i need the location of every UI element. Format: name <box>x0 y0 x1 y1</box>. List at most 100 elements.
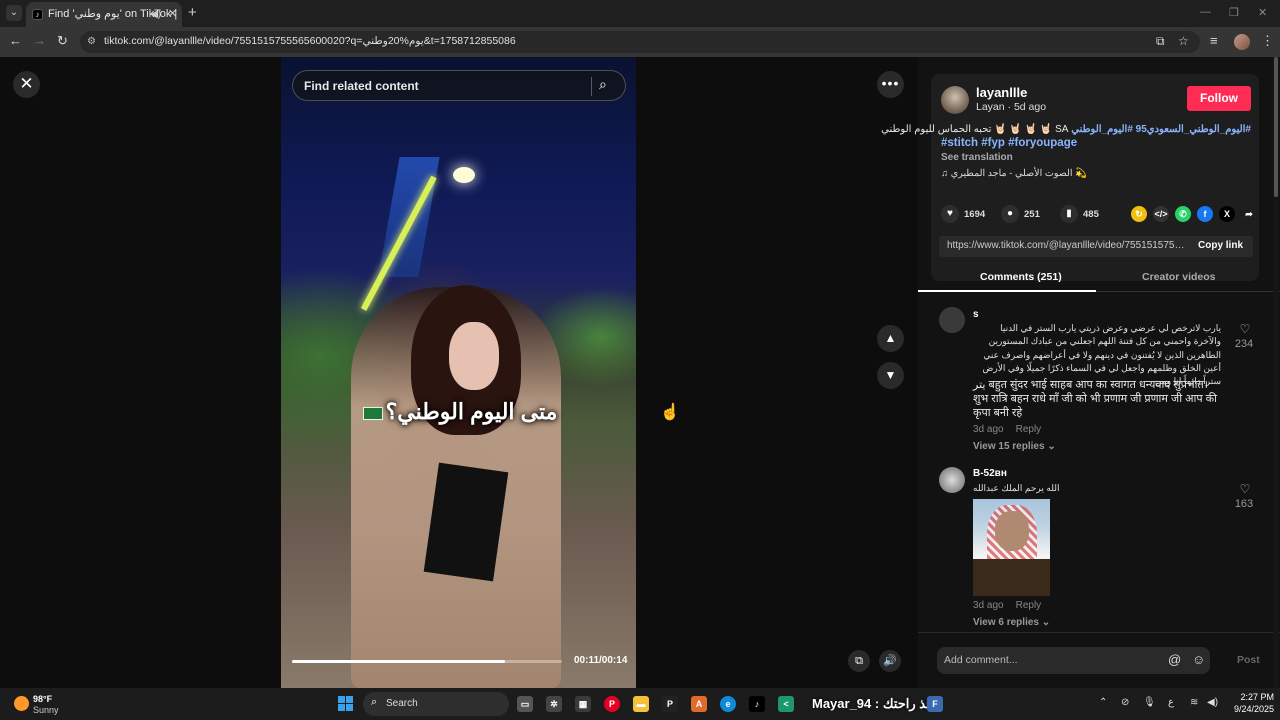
maximize-icon[interactable]: ❐ <box>1229 6 1239 19</box>
network-muted-icon[interactable]: ⊘ <box>1121 697 1129 708</box>
tiktok-icon[interactable]: ♪ <box>749 696 765 712</box>
weather-temperature[interactable]: 98°F <box>33 694 52 704</box>
caption-text: SA 🤘🏻 🤘🏻 🤘🏻 🤘🏻 تحبه الحماس لليوم الوطني <box>881 124 1069 135</box>
speaker-icon[interactable]: ◀) <box>150 2 161 27</box>
share-arrow-icon[interactable]: ➦ <box>1241 206 1257 222</box>
view-replies-link[interactable]: View 15 replies ⌄ <box>973 441 1056 452</box>
overlay-text: Mayar_94 : خذ راحتك <box>812 696 935 711</box>
url-text: tiktok.com/@layanllle/video/755151575556… <box>104 35 516 47</box>
comment-sticker-image[interactable] <box>973 499 1050 596</box>
comment-like-heart-icon[interactable]: ♡ <box>1234 482 1256 496</box>
app-a-icon[interactable]: A <box>691 696 707 712</box>
comment-like-heart-icon[interactable]: ♡ <box>1234 322 1256 336</box>
comment-meta: 3d ago Reply <box>973 424 1053 435</box>
copy-link-button[interactable]: Copy link <box>1198 240 1243 251</box>
like-icon[interactable]: ♥ <box>941 205 959 223</box>
comment-icon[interactable]: ● <box>1001 205 1019 223</box>
tray-chevron-icon[interactable]: ⌃ <box>1099 697 1107 708</box>
clock-date[interactable]: 9/24/2025 <box>1224 704 1274 714</box>
view-replies-link[interactable]: View 6 replies ⌄ <box>973 617 1050 628</box>
browser-tab[interactable]: ♪ Find 'يوم وطني' on TikTok | ◀) ✕ <box>26 2 182 27</box>
close-tab-icon[interactable]: ✕ <box>168 2 177 27</box>
reading-list-icon[interactable]: ≡ <box>1210 33 1218 48</box>
edge-icon[interactable]: e <box>720 696 736 712</box>
search-icon[interactable]: ⌕ <box>599 76 607 93</box>
install-app-icon[interactable]: ⧉ <box>1156 34 1165 49</box>
bookmark-icon[interactable]: ▮ <box>1060 205 1078 223</box>
comment-username[interactable]: s <box>973 309 979 320</box>
volume-icon[interactable]: 🔊 <box>879 650 901 672</box>
saudi-flag-icon <box>362 406 383 420</box>
taskbar-search-label: Search <box>386 698 418 709</box>
caption-hashtags[interactable]: #stitch #fyp #foryoupage <box>941 137 1077 149</box>
music-label[interactable]: ♫ الصوت الأصلي - ماجد المطيري 💫 <box>941 168 1087 179</box>
taskbar-search[interactable]: ⌕ Search <box>363 692 509 716</box>
wifi-icon[interactable]: ≋ <box>1190 697 1198 708</box>
active-tab-indicator <box>918 290 1096 292</box>
reload-button[interactable]: ↻ <box>57 33 68 49</box>
mention-icon[interactable]: @ <box>1168 652 1181 667</box>
repost-icon[interactable]: ↻ <box>1131 206 1147 222</box>
facebook-icon[interactable]: f <box>1197 206 1213 222</box>
microphone-icon[interactable]: 🎙 <box>1143 697 1156 708</box>
weather-description[interactable]: Sunny <box>33 705 59 715</box>
close-video-button[interactable]: ✕ <box>13 71 40 98</box>
language-icon[interactable]: ع <box>1168 697 1174 708</box>
pinterest-icon[interactable]: P <box>604 696 620 712</box>
author-avatar[interactable] <box>941 86 969 114</box>
share-link-box[interactable]: https://www.tiktok.com/@layanllle/video/… <box>939 236 1253 257</box>
back-button[interactable]: ← <box>9 33 22 48</box>
sun-icon[interactable] <box>14 696 29 711</box>
close-window-icon[interactable]: ✕ <box>1258 6 1267 19</box>
see-translation-link[interactable]: See translation <box>941 152 1013 163</box>
video-description: #اليوم_الوطني_السعودي95 #اليوم_الوطني SA… <box>881 124 1251 135</box>
find-related-search[interactable]: Find related content ⌕ <box>292 70 626 101</box>
chatgpt-icon[interactable]: ✲ <box>546 696 562 712</box>
menu-kebab-icon[interactable]: ⋮ <box>1261 33 1274 49</box>
volume-tray-icon[interactable]: ◀) <box>1207 697 1218 708</box>
add-comment-input[interactable]: Add comment... @ ☺ <box>937 647 1210 674</box>
tab-creator-videos[interactable]: Creator videos <box>1142 271 1216 283</box>
follow-button[interactable]: Follow <box>1187 86 1251 111</box>
comment-avatar[interactable] <box>939 467 965 493</box>
whatsapp-icon[interactable]: ✆ <box>1175 206 1191 222</box>
post-comment-button[interactable]: Post <box>1237 654 1260 666</box>
code-icon[interactable]: < <box>778 696 794 712</box>
previous-video-button[interactable]: ▲ <box>877 325 904 352</box>
site-info-icon[interactable]: ⚙ <box>87 36 96 47</box>
page-scrollbar[interactable] <box>1273 57 1279 688</box>
jetbrains-icon[interactable]: P <box>662 696 678 712</box>
app-f-icon[interactable]: F <box>927 696 943 712</box>
minimize-icon[interactable]: — <box>1200 6 1211 18</box>
clock-time[interactable]: 2:27 PM <box>1224 692 1274 702</box>
next-video-button[interactable]: ▼ <box>877 362 904 389</box>
comment-reply-link[interactable]: Reply <box>1016 424 1042 435</box>
tab-search-icon[interactable]: ⌄ <box>6 5 22 21</box>
tab-comments[interactable]: Comments (251) <box>980 271 1062 283</box>
file-explorer-icon[interactable]: ▬ <box>633 696 649 712</box>
comment-reply-link[interactable]: Reply <box>1016 600 1042 611</box>
store-icon[interactable]: ▦ <box>575 696 591 712</box>
emoji-icon[interactable]: ☺ <box>1192 652 1205 667</box>
profile-avatar[interactable] <box>1234 34 1250 50</box>
floating-player-icon[interactable]: ⧉ <box>848 650 870 672</box>
x-icon[interactable]: X <box>1219 206 1235 222</box>
more-options-button[interactable]: ••• <box>877 71 904 98</box>
comment-username[interactable]: B-52ʙʜ <box>973 468 1007 479</box>
details-panel: layanllle Layan · 5d ago Follow #اليوم_ا… <box>881 57 1280 688</box>
bookmark-star-icon[interactable]: ☆ <box>1178 34 1189 48</box>
url-field[interactable]: ⚙ tiktok.com/@layanllle/video/7551515755… <box>80 31 1200 53</box>
new-tab-button[interactable]: + <box>188 4 197 21</box>
video-player[interactable]: متى اليوم الوطني؟ <box>281 57 636 688</box>
chevron-down-icon: ⌄ <box>1041 617 1051 628</box>
video-caption: متى اليوم الوطني؟ <box>281 399 636 425</box>
embed-icon[interactable]: </> <box>1153 206 1169 222</box>
windows-start-icon[interactable] <box>338 696 353 711</box>
comment-avatar[interactable] <box>939 307 965 333</box>
author-username[interactable]: layanllle <box>976 85 1027 100</box>
caption-hashtags-arabic[interactable]: #اليوم_الوطني_السعودي95 #اليوم_الوطني <box>1071 124 1251 135</box>
scroll-thumb[interactable] <box>1274 57 1278 197</box>
task-view-icon[interactable]: ▭ <box>517 696 533 712</box>
video-progress-bar[interactable] <box>292 660 562 663</box>
forward-button[interactable]: → <box>33 33 46 48</box>
